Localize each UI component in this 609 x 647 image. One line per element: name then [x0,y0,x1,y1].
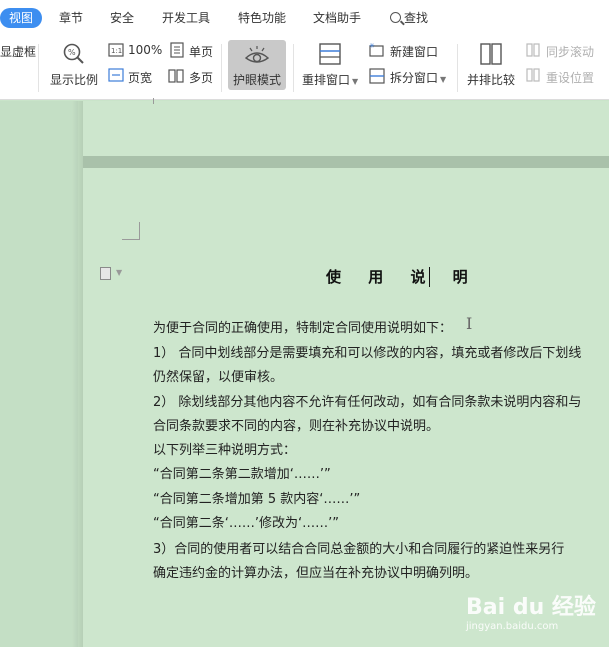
document-paragraph[interactable]: 2） 除划线部分其他内容不允许有任何改动，如有合同条款未说明内容和与 [153,395,581,411]
zoom-100-button[interactable]: 100% [128,43,162,57]
eye-mode-label: 护眼模式 [233,73,282,87]
ribbon-separator [38,44,39,92]
page-break-divider [83,156,609,168]
document-paragraph[interactable]: 确定违约金的计算办法，但应当在补充协议中明确列明。 [153,566,478,582]
paragraph-layout-caret-icon[interactable]: ▼ [116,268,122,277]
document-paragraph[interactable]: 1） 合同中划线部分是需要填充和可以修改的内容，填充或者修改后下划线 [153,346,581,362]
svg-text:%: % [68,48,76,57]
new-window-icon[interactable]: ✳ [369,43,385,57]
side-by-side-compare-button[interactable]: 并排比较 [467,71,515,88]
document-paragraph[interactable]: “合同第二条‘……’修改为‘……’” [153,516,339,532]
split-window-button[interactable]: 拆分窗口 ▼ [390,69,446,86]
split-window-icon[interactable] [369,68,385,84]
document-paragraph[interactable]: 仍然保留，以便审核。 [153,370,283,386]
reset-position-button: 重设位置 [546,71,595,85]
tab-document-assistant[interactable]: 文档助手 [313,8,361,28]
document-paragraph[interactable]: 合同条款要求不同的内容，则在补充协议中说明。 [153,419,439,435]
new-window-button[interactable]: 新建窗口 [390,43,438,60]
tab-special-features[interactable]: 特色功能 [238,8,286,28]
page-width-icon[interactable] [108,68,124,82]
tab-find[interactable]: 查找 [390,8,428,28]
multi-page-icon[interactable] [168,68,184,84]
ribbon-separator [293,44,294,92]
margin-mark [153,98,154,104]
actual-size-icon[interactable]: 1:1 [108,43,124,57]
previous-page[interactable] [83,101,609,156]
ribbon-separator [457,44,458,92]
document-paragraph[interactable]: 以下列举三种说明方式： [153,443,296,459]
ibeam-cursor-icon: I [466,314,473,333]
rearrange-windows-icon[interactable] [318,42,342,66]
side-by-side-icon[interactable] [479,42,503,66]
rearrange-windows-button[interactable]: 重排窗口 ▼ [302,71,358,88]
zoom-ratio-button[interactable]: 显示比例 [50,71,98,88]
single-page-button[interactable]: 单页 [189,43,213,60]
paragraph-layout-icon[interactable] [100,267,111,280]
document-paragraph[interactable]: 为便于合同的正确使用，特制定合同使用说明如下： [153,321,452,337]
split-window-label: 拆分窗口 [390,71,439,85]
show-frame-button[interactable]: 显虚框 [0,43,36,60]
baidu-jingyan-watermark: Bai du 经验 jingyan.baidu.com [466,589,596,632]
svg-text:✳: ✳ [369,43,375,50]
multi-page-button[interactable]: 多页 [189,69,213,86]
sync-scroll-button: 同步滚动 [546,45,595,59]
reset-position-icon [526,68,540,82]
dropdown-caret-icon: ▼ [352,77,359,86]
tab-find-label: 查找 [404,11,429,25]
document-paragraph[interactable]: “合同第二条第二款增加‘……’” [153,467,331,483]
page-width-button[interactable]: 页宽 [128,69,152,86]
watermark-url: jingyan.baidu.com [466,621,559,632]
ribbon-separator [221,44,222,92]
tab-security[interactable]: 安全 [110,8,134,28]
document-paragraph[interactable]: “合同第二条增加第 5 款内容‘……’” [153,492,360,508]
text-cursor [429,267,430,287]
single-page-icon[interactable] [170,42,184,58]
eye-protection-mode-button[interactable]: 护眼模式 [228,40,286,90]
watermark-logo-text: Bai du 经验 [466,595,596,620]
margin-corner-mark [122,222,140,240]
ribbon-tab-bar: 视图 章节 安全 开发工具 特色功能 文档助手 查找 [0,0,609,36]
document-title[interactable]: 使 用 说 明 [326,266,479,287]
search-icon [390,12,401,23]
sync-scroll-icon [526,43,540,57]
zoom-magnifier-icon[interactable]: % [62,42,86,66]
document-paragraph[interactable]: 3）合同的使用者可以结合合同总金额的大小和合同履行的紧迫性来另行 [153,542,564,558]
tab-chapter[interactable]: 章节 [59,8,83,28]
eye-icon [244,46,270,63]
svg-text:1:1: 1:1 [111,47,122,55]
tab-view[interactable]: 视图 [0,8,43,28]
rearrange-windows-label: 重排窗口 [302,73,351,87]
ribbon-toolbar: 显虚框 % 显示比例 1:1 100% 页宽 单页 多页 护眼模式 重排窗口 ▼… [0,36,609,100]
document-margin-area [0,101,78,647]
tab-developer-tools[interactable]: 开发工具 [162,8,210,28]
dropdown-caret-icon: ▼ [440,75,447,84]
